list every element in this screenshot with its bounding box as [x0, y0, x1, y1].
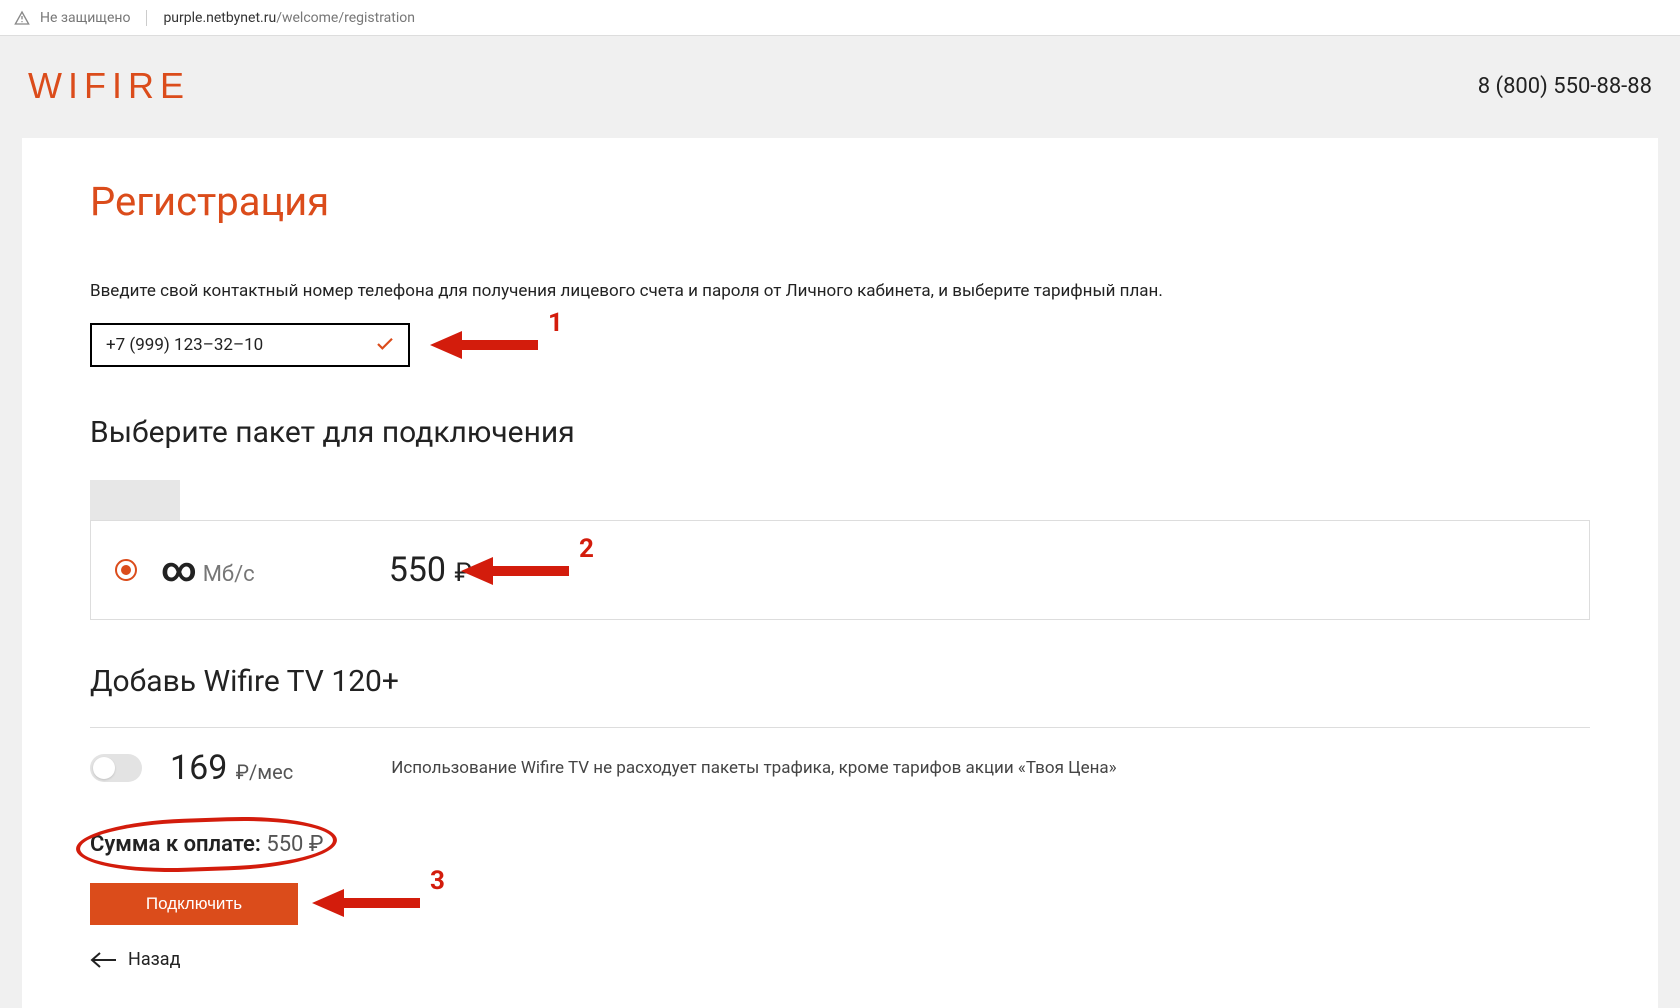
plan-tab[interactable] [90, 480, 180, 520]
total-row: Сумма к оплате: 550 ₽ [90, 832, 323, 857]
back-link[interactable]: Назад [90, 949, 1590, 970]
plan-section-title: Выберите пакет для подключения [90, 415, 1590, 450]
back-label: Назад [128, 949, 180, 970]
url-path: /welcome/registration [276, 10, 415, 26]
support-phone: 8 (800) 550-88-88 [1478, 74, 1652, 99]
divider [90, 727, 1590, 728]
site-header: WIFIRE 8 (800) 550-88-88 [0, 36, 1680, 116]
tv-section-title: Добавь Wifire TV 120+ [90, 664, 1590, 699]
browser-address-bar: Не защищено purple.netbynet.ru/welcome/r… [0, 0, 1680, 36]
speed-unit: Мб/с [203, 562, 255, 587]
page-title: Регистрация [90, 178, 1590, 225]
tv-description: Использование Wifire TV не расходует пак… [391, 758, 1116, 778]
annotation-number-3: 3 [430, 866, 445, 896]
tv-option-row: 169 ₽/мес Использование Wifire TV не рас… [90, 748, 1590, 788]
total-value: 550 ₽ [266, 832, 323, 857]
insecure-icon [14, 10, 30, 26]
annotation-number-1: 1 [548, 308, 563, 338]
phone-input[interactable]: +7 (999) 123–32–10 [90, 323, 410, 367]
logo[interactable]: WIFIRE [28, 65, 190, 107]
phone-input-value: +7 (999) 123–32–10 [106, 335, 263, 355]
annotation-number-2: 2 [579, 534, 594, 564]
plan-radio[interactable] [115, 559, 137, 581]
annotation-arrow-1: 1 [430, 325, 563, 365]
url-host: purple.netbynet.ru [163, 10, 276, 26]
total-label: Сумма к оплате: [90, 832, 261, 857]
separator [146, 10, 147, 26]
tv-toggle[interactable] [90, 754, 142, 782]
registration-card: Регистрация Введите свой контактный номе… [22, 138, 1658, 1008]
tv-price: 169 ₽/мес [170, 748, 293, 788]
connect-button[interactable]: Подключить [90, 883, 298, 925]
checkmark-icon [376, 335, 394, 356]
infinity-icon: ∞ [161, 553, 197, 587]
url[interactable]: purple.netbynet.ru/welcome/registration [163, 10, 415, 26]
plan-option-row[interactable]: ∞ Мб/с 550 ₽ 2 [90, 520, 1590, 620]
annotation-arrow-3: 3 [312, 883, 445, 923]
instruction-text: Введите свой контактный номер телефона д… [90, 281, 1590, 301]
security-label: Не защищено [40, 10, 130, 26]
annotation-arrow-2: 2 [461, 551, 594, 591]
back-arrow-icon [90, 951, 118, 969]
plan-price: 550 ₽ [389, 550, 472, 590]
